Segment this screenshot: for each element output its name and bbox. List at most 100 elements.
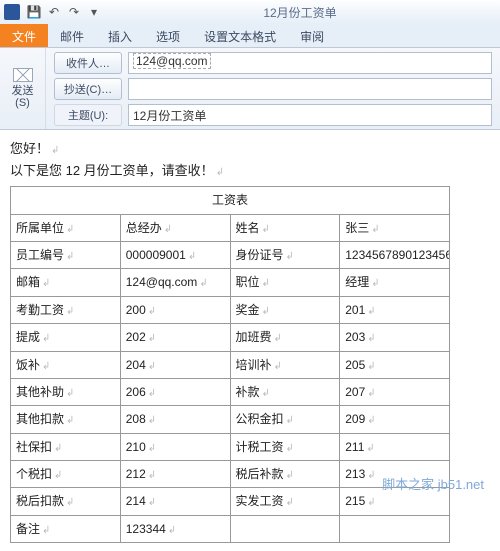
cell-mark-icon: ↲ bbox=[272, 333, 282, 344]
cell-mark-icon: ↲ bbox=[365, 470, 375, 481]
table-value-cell: 212↲ bbox=[120, 461, 230, 488]
cell-mark-icon: ↲ bbox=[260, 278, 270, 289]
cell-mark-icon: ↲ bbox=[284, 470, 294, 481]
table-key-cell: 税后补款↲ bbox=[230, 461, 340, 488]
app-icon bbox=[4, 4, 20, 20]
cell-mark-icon: ↲ bbox=[146, 443, 156, 454]
cell-mark-icon: ↲ bbox=[40, 361, 50, 372]
table-value-cell: 214↲ bbox=[120, 488, 230, 515]
table-key-cell: 职位↲ bbox=[230, 269, 340, 296]
table-value-cell: 201↲ bbox=[340, 296, 450, 323]
window-title: 12月份工资单 bbox=[104, 4, 496, 21]
table-key-cell: 实发工资↲ bbox=[230, 488, 340, 515]
table-key-cell: 所属单位↲ bbox=[11, 214, 121, 241]
table-key-cell: 个税扣↲ bbox=[11, 461, 121, 488]
table-key-cell: 加班费↲ bbox=[230, 324, 340, 351]
save-icon[interactable]: 💾 bbox=[26, 4, 42, 20]
tab-options[interactable]: 选项 bbox=[144, 24, 192, 47]
paragraph-mark-icon: ↲ bbox=[49, 145, 59, 156]
cell-mark-icon: ↲ bbox=[64, 388, 74, 399]
subject-label: 主题(U): bbox=[54, 104, 122, 126]
table-value-cell: 211↲ bbox=[340, 433, 450, 460]
table-key-cell: 邮箱↲ bbox=[11, 269, 121, 296]
table-value-cell: 张三↲ bbox=[340, 214, 450, 241]
subject-input[interactable] bbox=[128, 104, 492, 126]
table-value-cell: 123344↲ bbox=[120, 515, 230, 542]
table-value-cell: 208↲ bbox=[120, 406, 230, 433]
cell-mark-icon: ↲ bbox=[162, 224, 172, 235]
tab-insert[interactable]: 插入 bbox=[96, 24, 144, 47]
cell-mark-icon: ↲ bbox=[146, 306, 156, 317]
redo-icon[interactable]: ↷ bbox=[66, 4, 82, 20]
table-key-cell: 培训补↲ bbox=[230, 351, 340, 378]
cell-mark-icon: ↲ bbox=[365, 415, 375, 426]
qat-dropdown-icon[interactable]: ▾ bbox=[86, 4, 102, 20]
title-bar: 💾 ↶ ↷ ▾ 12月份工资单 bbox=[0, 0, 500, 24]
send-icon bbox=[13, 68, 33, 82]
watermark-text: 脚本之家 jb51.net bbox=[382, 474, 484, 493]
cell-mark-icon: ↲ bbox=[64, 251, 74, 262]
cell-mark-icon: ↲ bbox=[365, 306, 375, 317]
cell-mark-icon: ↲ bbox=[365, 388, 375, 399]
cell-mark-icon: ↲ bbox=[272, 361, 282, 372]
table-key-cell: 补款↲ bbox=[230, 378, 340, 405]
send-group: 发送 (S) bbox=[0, 48, 46, 129]
cc-input[interactable] bbox=[128, 78, 492, 100]
cell-mark-icon: ↲ bbox=[284, 251, 294, 262]
cell-mark-icon: ↲ bbox=[64, 224, 74, 235]
cell-mark-icon: ↲ bbox=[365, 497, 375, 508]
cell-mark-icon: ↲ bbox=[186, 251, 196, 262]
table-value-cell: 209↲ bbox=[340, 406, 450, 433]
cell-mark-icon: ↲ bbox=[166, 525, 176, 536]
table-key-cell: 奖金↲ bbox=[230, 296, 340, 323]
to-button[interactable]: 收件人… bbox=[54, 52, 122, 74]
paragraph-mark-icon: ↲ bbox=[214, 167, 224, 178]
cell-mark-icon: ↲ bbox=[40, 278, 50, 289]
table-key-cell: 计税工资↲ bbox=[230, 433, 340, 460]
cell-mark-icon: ↲ bbox=[284, 497, 294, 508]
cell-mark-icon: ↲ bbox=[52, 443, 62, 454]
tab-mail[interactable]: 邮件 bbox=[48, 24, 96, 47]
cell-mark-icon: ↲ bbox=[369, 224, 379, 235]
cc-button[interactable]: 抄送(C)… bbox=[54, 78, 122, 100]
table-key-cell: 其他扣款↲ bbox=[11, 406, 121, 433]
to-input[interactable]: 124@qq.com bbox=[128, 52, 492, 74]
undo-icon[interactable]: ↶ bbox=[46, 4, 62, 20]
cell-mark-icon: ↲ bbox=[64, 497, 74, 508]
table-key-cell: 提成↲ bbox=[11, 324, 121, 351]
to-value: 124@qq.com bbox=[133, 53, 211, 69]
cell-mark-icon: ↲ bbox=[146, 388, 156, 399]
tab-format[interactable]: 设置文本格式 bbox=[192, 24, 288, 47]
table-value-cell: 经理↲ bbox=[340, 269, 450, 296]
table-key-cell: 备注↲ bbox=[11, 515, 121, 542]
tab-review[interactable]: 审阅 bbox=[288, 24, 336, 47]
cell-mark-icon: ↲ bbox=[260, 388, 270, 399]
cell-mark-icon: ↲ bbox=[260, 306, 270, 317]
table-value-cell: 000009001↲ bbox=[120, 241, 230, 268]
cell-mark-icon: ↲ bbox=[369, 278, 379, 289]
ribbon-tabs: 文件 邮件 插入 选项 设置文本格式 审阅 bbox=[0, 24, 500, 48]
tab-file[interactable]: 文件 bbox=[0, 24, 48, 47]
table-value-cell: 123456789012345678901↲ bbox=[340, 241, 450, 268]
greeting-text: 您好！ bbox=[10, 141, 49, 156]
table-value-cell: 203↲ bbox=[340, 324, 450, 351]
table-key-cell: 饭补↲ bbox=[11, 351, 121, 378]
cell-mark-icon: ↲ bbox=[260, 224, 270, 235]
table-value-cell: 204↲ bbox=[120, 351, 230, 378]
table-key-cell: 税后扣款↲ bbox=[11, 488, 121, 515]
cell-mark-icon: ↲ bbox=[40, 333, 50, 344]
table-value-cell: 总经办↲ bbox=[120, 214, 230, 241]
send-button[interactable]: 发送 (S) bbox=[12, 85, 34, 109]
table-key-cell bbox=[230, 515, 340, 542]
cell-mark-icon: ↲ bbox=[146, 361, 156, 372]
cell-mark-icon: ↲ bbox=[146, 470, 156, 481]
cell-mark-icon: ↲ bbox=[64, 306, 74, 317]
table-key-cell: 考勤工资↲ bbox=[11, 296, 121, 323]
table-value-cell: 207↲ bbox=[340, 378, 450, 405]
table-key-cell: 员工编号↲ bbox=[11, 241, 121, 268]
table-key-cell: 其他补助↲ bbox=[11, 378, 121, 405]
table-value-cell: 206↲ bbox=[120, 378, 230, 405]
table-title: 工资表 bbox=[11, 187, 450, 214]
table-value-cell: 205↲ bbox=[340, 351, 450, 378]
cell-mark-icon: ↲ bbox=[146, 333, 156, 344]
